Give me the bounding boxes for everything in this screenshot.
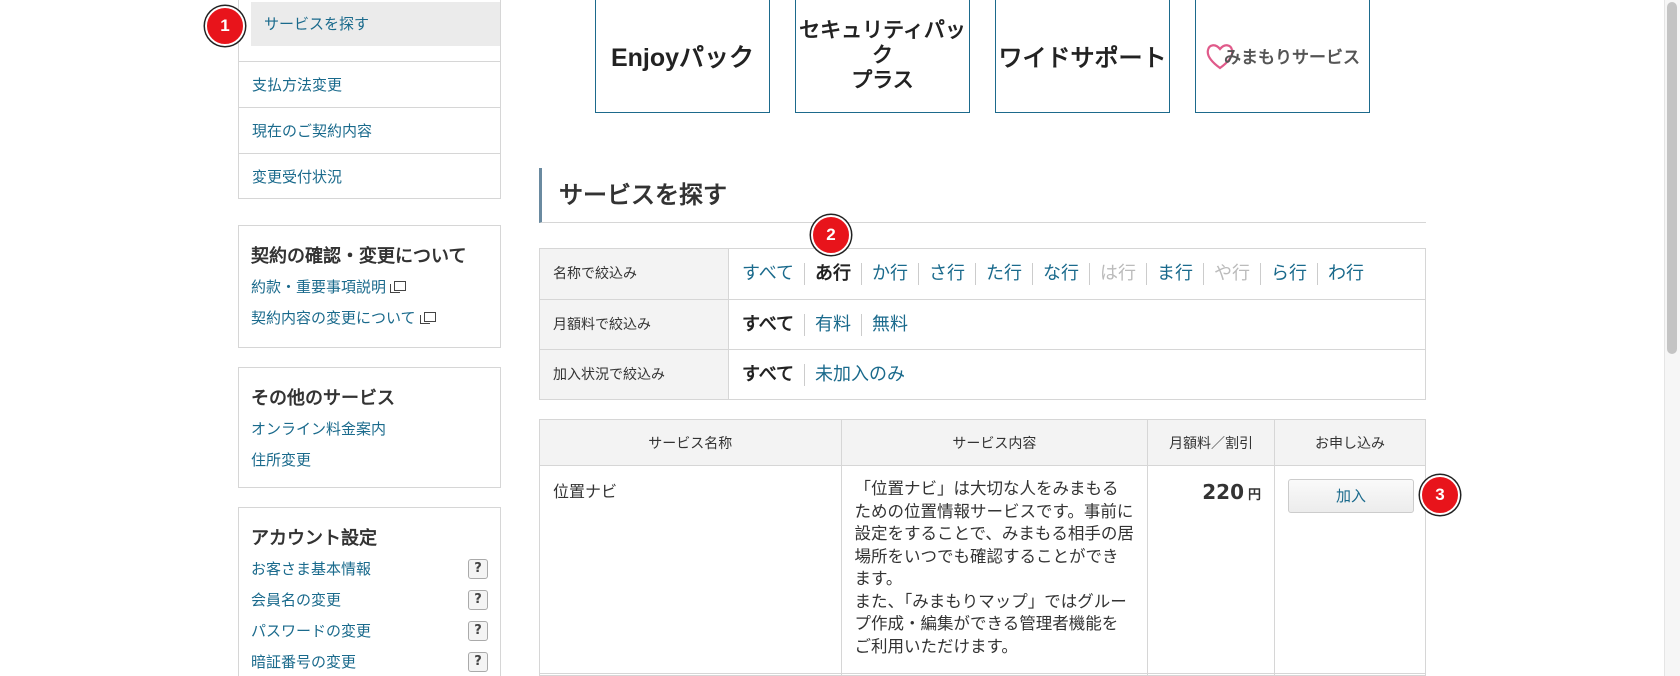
page-title: サービスを探す bbox=[539, 168, 1426, 223]
password-change-label: パスワードの変更 bbox=[251, 622, 372, 640]
external-window-icon bbox=[419, 312, 436, 324]
sidebar-contract-heading: 契約の確認・変更について bbox=[251, 246, 467, 267]
col-service-content: サービス内容 bbox=[840, 419, 1149, 466]
price-value: 220 bbox=[1202, 480, 1244, 504]
filter-status-unjoined[interactable]: 未加入のみ bbox=[804, 363, 915, 386]
service-table: サービス名称 サービス内容 月額料／割引 お申し込み 位置ナビ 「位置ナビ」は大… bbox=[539, 419, 1426, 676]
sidebar-item-payment-method[interactable]: 支払方法変更 bbox=[239, 61, 500, 107]
external-window-icon bbox=[390, 281, 407, 293]
contract-change-link-label: 契約内容の変更について bbox=[251, 309, 416, 327]
filter-name-ha: は行 bbox=[1089, 263, 1146, 285]
step-marker-2: 2 bbox=[811, 215, 851, 255]
terms-link-label: 約款・重要事項説明 bbox=[251, 278, 387, 296]
contract-change-link[interactable]: 契約内容の変更について bbox=[251, 303, 500, 334]
col-monthly-fee: 月額料／割引 bbox=[1147, 419, 1275, 466]
service-description: 「位置ナビ」は大切な人をみまもるための位置情報サービスです。事前に設定をすること… bbox=[854, 479, 1134, 656]
price-unit: 円 bbox=[1247, 488, 1261, 503]
filter-name-na[interactable]: な行 bbox=[1032, 263, 1089, 285]
help-icon[interactable]: ? bbox=[468, 559, 488, 579]
join-button[interactable]: 加入 bbox=[1288, 479, 1414, 513]
service-name-text: 位置ナビ bbox=[553, 482, 618, 501]
banner-security-pack-plus[interactable]: セキュリティパック プラス bbox=[795, 0, 970, 113]
filter-label-name: 名称で絞込み bbox=[540, 249, 729, 299]
sidebar-contract-box: 契約の確認・変更について 約款・重要事項説明 契約内容の変更について bbox=[238, 225, 501, 348]
address-change-link[interactable]: 住所変更 bbox=[251, 445, 500, 476]
filter-label-fee: 月額料で絞込み bbox=[540, 300, 729, 349]
filter-row-fee: 月額料で絞込み すべて 有料 無料 bbox=[540, 299, 1425, 349]
filter-options-name: すべて あ行 か行 さ行 た行 な行 は行 ま行 や行 ら行 わ行 bbox=[729, 249, 1374, 299]
pin-change-link[interactable]: 暗証番号の変更? bbox=[251, 647, 500, 676]
table-row: 位置ナビ 「位置ナビ」は大切な人をみまもるための位置情報サービスです。事前に設定… bbox=[539, 465, 1426, 676]
banner-enjoy-pack[interactable]: Enjoyパック bbox=[595, 0, 770, 113]
member-name-label: 会員名の変更 bbox=[251, 591, 342, 609]
sidebar-item-search-service[interactable]: サービスを探す bbox=[251, 2, 500, 46]
filter-name-sa[interactable]: さ行 bbox=[918, 263, 975, 285]
scrollbar-thumb[interactable] bbox=[1667, 2, 1677, 354]
banner-mimamori-service[interactable]: みまもりサービス bbox=[1195, 0, 1370, 113]
filter-name-wa[interactable]: わ行 bbox=[1317, 263, 1374, 285]
help-icon[interactable]: ? bbox=[468, 621, 488, 641]
password-change-link[interactable]: パスワードの変更? bbox=[251, 616, 500, 647]
filter-name-ra[interactable]: ら行 bbox=[1260, 263, 1317, 285]
filter-row-status: 加入状況で絞込み すべて 未加入のみ bbox=[540, 349, 1425, 399]
service-price: 220 円 bbox=[1148, 466, 1274, 504]
step-marker-1: 1 bbox=[205, 6, 245, 46]
step-marker-3: 3 bbox=[1420, 475, 1460, 515]
filter-fee-all[interactable]: すべて bbox=[742, 314, 804, 336]
filter-name-ta[interactable]: た行 bbox=[975, 263, 1032, 285]
filter-name-a[interactable]: あ行 bbox=[804, 263, 861, 285]
filter-name-ka[interactable]: か行 bbox=[861, 263, 918, 285]
sidebar-other-box: その他のサービス オンライン料金案内 住所変更 bbox=[238, 367, 501, 488]
filter-name-ya: や行 bbox=[1203, 263, 1260, 285]
col-apply: お申し込み bbox=[1274, 419, 1426, 466]
banner-mimamori-label: みまもりサービス bbox=[1224, 48, 1360, 67]
sidebar-other-heading: その他のサービス bbox=[251, 388, 395, 409]
filter-table: 名称で絞込み すべて あ行 か行 さ行 た行 な行 は行 ま行 や行 ら行 わ行… bbox=[539, 248, 1426, 400]
service-price-cell: 220 円 bbox=[1147, 465, 1275, 676]
sidebar-nav-box: サービスを探す 支払方法変更 現在のご契約内容 変更受付状況 bbox=[238, 0, 501, 199]
filter-name-ma[interactable]: ま行 bbox=[1146, 263, 1203, 285]
customer-info-label: お客さま基本情報 bbox=[251, 560, 372, 578]
service-apply-cell: 加入 bbox=[1274, 465, 1426, 676]
banner-wide-support[interactable]: ワイドサポート bbox=[995, 0, 1170, 113]
service-name: 位置ナビ bbox=[539, 465, 842, 676]
filter-options-fee: すべて 有料 無料 bbox=[729, 300, 918, 349]
sidebar-account-heading: アカウント設定 bbox=[251, 528, 377, 549]
sidebar-item-change-status[interactable]: 変更受付状況 bbox=[239, 153, 500, 199]
filter-options-status: すべて 未加入のみ bbox=[729, 350, 915, 399]
sidebar-item-current-contract[interactable]: 現在のご契約内容 bbox=[239, 107, 500, 153]
help-icon[interactable]: ? bbox=[468, 590, 488, 610]
filter-fee-free[interactable]: 無料 bbox=[861, 313, 918, 336]
terms-link[interactable]: 約款・重要事項説明 bbox=[251, 272, 500, 303]
customer-info-link[interactable]: お客さま基本情報? bbox=[251, 554, 500, 585]
service-description-cell: 「位置ナビ」は大切な人をみまもるための位置情報サービスです。事前に設定をすること… bbox=[840, 465, 1149, 676]
filter-status-all[interactable]: すべて bbox=[742, 364, 804, 386]
filter-fee-paid[interactable]: 有料 bbox=[804, 313, 861, 336]
banner-enjoy-pack-label: Enjoyパック bbox=[610, 43, 755, 72]
banner-wide-support-label: ワイドサポート bbox=[998, 45, 1167, 72]
help-icon[interactable]: ? bbox=[468, 652, 488, 672]
filter-label-status: 加入状況で絞込み bbox=[540, 350, 729, 399]
banner-security-pack-label: セキュリティパック プラス bbox=[799, 19, 966, 92]
online-billing-link[interactable]: オンライン料金案内 bbox=[251, 414, 500, 445]
service-table-header: サービス名称 サービス内容 月額料／割引 お申し込み bbox=[539, 419, 1426, 466]
filter-name-all[interactable]: すべて bbox=[742, 263, 804, 285]
filter-row-name: 名称で絞込み すべて あ行 か行 さ行 た行 な行 は行 ま行 や行 ら行 わ行 bbox=[540, 249, 1425, 299]
pin-change-label: 暗証番号の変更 bbox=[251, 653, 357, 671]
member-name-link[interactable]: 会員名の変更? bbox=[251, 585, 500, 616]
sidebar-account-box: アカウント設定 お客さま基本情報? 会員名の変更? パスワードの変更? 暗証番号… bbox=[238, 507, 501, 676]
col-service-name: サービス名称 bbox=[539, 419, 842, 466]
